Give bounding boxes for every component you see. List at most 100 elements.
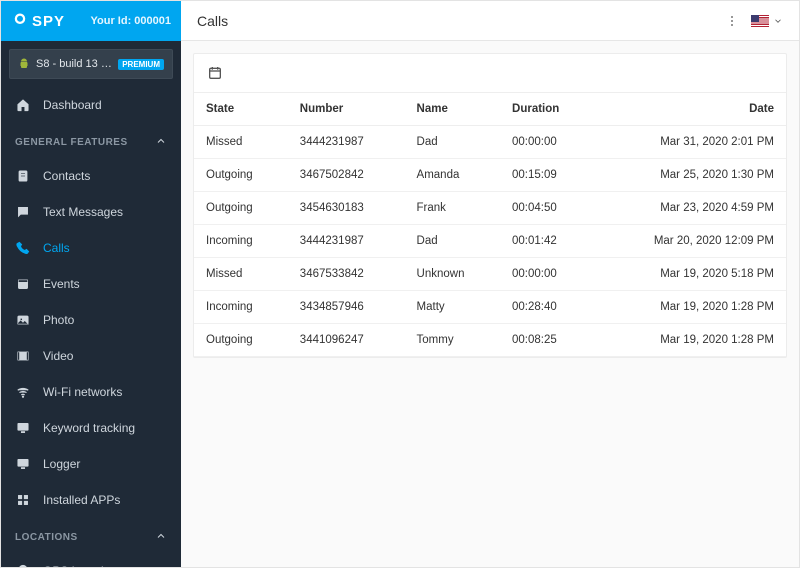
sidebar-item-label: Calls — [43, 241, 70, 255]
cell-number: 3444231987 — [288, 225, 405, 258]
sidebar-item-text-messages[interactable]: Text Messages — [1, 194, 181, 230]
cell-state: Missed — [194, 126, 288, 159]
cell-duration: 00:15:09 — [500, 159, 595, 192]
sidebar-item-calls[interactable]: Calls — [1, 230, 181, 266]
sidebar-item-label: Wi-Fi networks — [43, 385, 122, 399]
calendar-icon — [15, 276, 31, 292]
cell-name: Tommy — [405, 324, 500, 357]
sidebar-item-label: Dashboard — [43, 98, 102, 112]
cell-number: 3467502842 — [288, 159, 405, 192]
cell-number: 3454630183 — [288, 192, 405, 225]
cell-duration: 00:01:42 — [500, 225, 595, 258]
cell-number: 3467533842 — [288, 258, 405, 291]
content-area: State Number Name Duration Date Missed34… — [181, 41, 799, 567]
sidebar-item-label: GPS Locations — [43, 564, 123, 567]
sidebar-item-events[interactable]: Events — [1, 266, 181, 302]
panel-toolbar — [194, 54, 786, 92]
cell-name: Dad — [405, 126, 500, 159]
monitor-icon — [15, 420, 31, 436]
cell-number: 3441096247 — [288, 324, 405, 357]
table-row[interactable]: Incoming3434857946Matty00:28:40Mar 19, 2… — [194, 291, 786, 324]
cell-date: Mar 19, 2020 5:18 PM — [595, 258, 786, 291]
sidebar-item-wifi[interactable]: Wi-Fi networks — [1, 374, 181, 410]
sidebar-item-logger[interactable]: Logger — [1, 446, 181, 482]
cell-state: Missed — [194, 258, 288, 291]
page-header: Calls — [181, 1, 799, 41]
cell-date: Mar 23, 2020 4:59 PM — [595, 192, 786, 225]
video-icon — [15, 348, 31, 364]
col-date[interactable]: Date — [595, 93, 786, 126]
table-row[interactable]: Incoming3444231987Dad00:01:42Mar 20, 202… — [194, 225, 786, 258]
table-row[interactable]: Missed3444231987Dad00:00:00Mar 31, 2020 … — [194, 126, 786, 159]
language-selector[interactable] — [751, 15, 783, 27]
section-label: LOCATIONS — [15, 532, 78, 543]
col-state[interactable]: State — [194, 93, 288, 126]
cell-date: Mar 20, 2020 12:09 PM — [595, 225, 786, 258]
android-icon — [18, 58, 30, 70]
device-selector[interactable]: S8 - build 13 - 5... PREMIUM — [9, 49, 173, 79]
cell-duration: 00:00:00 — [500, 126, 595, 159]
cell-number: 3434857946 — [288, 291, 405, 324]
us-flag-icon — [751, 15, 769, 27]
keyboard-icon — [15, 456, 31, 472]
chevron-up-icon — [155, 530, 167, 545]
calls-table: State Number Name Duration Date Missed34… — [194, 92, 786, 357]
pin-icon — [15, 563, 31, 567]
sidebar: SPY Your Id: 000001 S8 - build 13 - 5...… — [1, 1, 181, 567]
more-menu-button[interactable] — [725, 16, 739, 26]
sidebar-item-label: Photo — [43, 313, 74, 327]
user-id: Your Id: 000001 — [91, 15, 172, 27]
phone-icon — [15, 240, 31, 256]
col-name[interactable]: Name — [405, 93, 500, 126]
cell-duration: 00:00:00 — [500, 258, 595, 291]
table-row[interactable]: Outgoing3467502842Amanda00:15:09Mar 25, … — [194, 159, 786, 192]
chevron-up-icon — [155, 135, 167, 150]
sidebar-item-contacts[interactable]: Contacts — [1, 158, 181, 194]
message-icon — [15, 204, 31, 220]
app-root: SPY Your Id: 000001 S8 - build 13 - 5...… — [0, 0, 800, 568]
sidebar-item-video[interactable]: Video — [1, 338, 181, 374]
chevron-down-icon — [773, 16, 783, 26]
section-general-features[interactable]: GENERAL FEATURES — [1, 123, 181, 158]
header-actions — [725, 15, 783, 27]
brand-logo[interactable]: SPY — [11, 12, 65, 30]
sidebar-item-gps-locations[interactable]: GPS Locations — [1, 553, 181, 567]
wifi-icon — [15, 384, 31, 400]
main-area: Calls State — [181, 1, 799, 567]
sidebar-item-photo[interactable]: Photo — [1, 302, 181, 338]
sidebar-item-installed-apps[interactable]: Installed APPs — [1, 482, 181, 518]
premium-badge: PREMIUM — [118, 59, 164, 70]
cell-name: Matty — [405, 291, 500, 324]
brand-mark-icon — [11, 12, 29, 30]
apps-grid-icon — [15, 492, 31, 508]
table-row[interactable]: Missed3467533842Unknown00:00:00Mar 19, 2… — [194, 258, 786, 291]
cell-number: 3444231987 — [288, 126, 405, 159]
page-title: Calls — [197, 13, 228, 29]
table-row[interactable]: Outgoing3454630183Frank00:04:50Mar 23, 2… — [194, 192, 786, 225]
cell-date: Mar 31, 2020 2:01 PM — [595, 126, 786, 159]
sidebar-item-label: Logger — [43, 457, 80, 471]
sidebar-item-label: Contacts — [43, 169, 90, 183]
cell-state: Outgoing — [194, 159, 288, 192]
cell-name: Unknown — [405, 258, 500, 291]
cell-name: Frank — [405, 192, 500, 225]
sidebar-nav: Dashboard GENERAL FEATURES Contacts Text… — [1, 87, 181, 567]
sidebar-item-keyword-tracking[interactable]: Keyword tracking — [1, 410, 181, 446]
col-number[interactable]: Number — [288, 93, 405, 126]
cell-date: Mar 25, 2020 1:30 PM — [595, 159, 786, 192]
section-locations[interactable]: LOCATIONS — [1, 518, 181, 553]
cell-state: Incoming — [194, 291, 288, 324]
device-name: S8 - build 13 - 5... — [36, 58, 112, 70]
cell-state: Outgoing — [194, 192, 288, 225]
table-row[interactable]: Outgoing3441096247Tommy00:08:25Mar 19, 2… — [194, 324, 786, 357]
col-duration[interactable]: Duration — [500, 93, 595, 126]
sidebar-item-label: Events — [43, 277, 80, 291]
cell-duration: 00:28:40 — [500, 291, 595, 324]
sidebar-item-label: Text Messages — [43, 205, 123, 219]
sidebar-item-dashboard[interactable]: Dashboard — [1, 87, 181, 123]
calendar-icon — [207, 65, 223, 81]
cell-state: Incoming — [194, 225, 288, 258]
date-filter-button[interactable] — [204, 62, 226, 84]
table-header-row: State Number Name Duration Date — [194, 93, 786, 126]
cell-duration: 00:08:25 — [500, 324, 595, 357]
